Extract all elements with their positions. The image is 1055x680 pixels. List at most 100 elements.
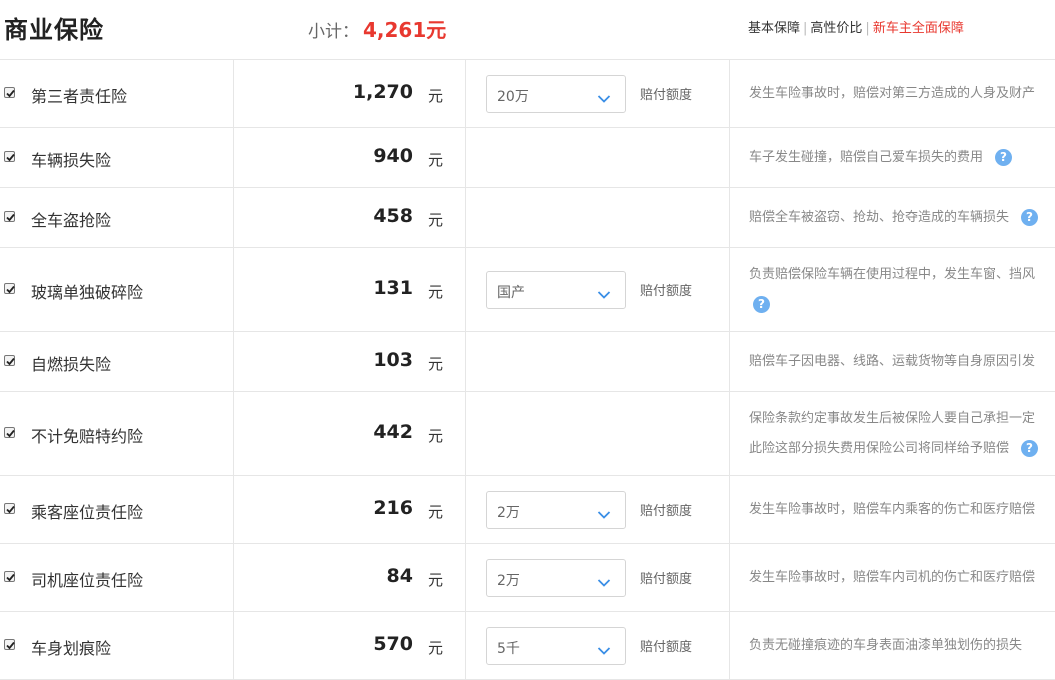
column-divider (465, 188, 466, 247)
price-unit: 元 (428, 87, 444, 105)
coverage-price: 442 (373, 421, 413, 443)
plan-divider: | (865, 21, 870, 36)
description-line: 负责赔偿保险车辆在使用过程中，发生车窗、挡风 (749, 260, 1055, 290)
column-divider (233, 60, 234, 127)
chevron-down-icon (597, 505, 611, 524)
amount-label: 赔付额度 (640, 572, 693, 587)
chevron-down-icon (597, 89, 611, 108)
column-divider (233, 392, 234, 475)
row-checkbox[interactable] (4, 427, 15, 438)
insurance-row: 玻璃单独破碎险 131 元 国产 赔付额度 负责赔偿保险车辆在使用过程中，发生车窗、挡风? (0, 248, 1055, 332)
coverage-amount-select[interactable]: 20万 (486, 75, 626, 113)
description-cell: 负责无碰撞痕迹的车身表面油漆单独划伤的损失 (730, 612, 1055, 679)
description-cell: 车子发生碰撞，赔偿自己爱车损失的费用? (730, 128, 1055, 187)
coverage-name: 第三者责任险 (31, 87, 128, 106)
description-cell: 发生车险事故时，赔偿车内乘客的伤亡和医疗赔偿 (730, 476, 1055, 543)
column-divider (233, 544, 234, 611)
column-divider (465, 248, 466, 331)
price-unit: 元 (428, 151, 444, 169)
row-checkbox[interactable] (4, 571, 15, 582)
coverage-price: 940 (373, 145, 413, 167)
price-unit: 元 (428, 571, 444, 589)
coverage-name: 自燃损失险 (31, 355, 112, 374)
description-line: 赔偿全车被盗窃、抢劫、抢夺造成的车辆损失? (749, 203, 1055, 233)
description-line: 保险条款约定事故发生后被保险人要自己承担一定 (749, 404, 1055, 434)
insurance-row: 不计免赔特约险 442 元 保险条款约定事故发生后被保险人要自己承担一定 此险这部分损失… (0, 392, 1055, 476)
description-cell: 保险条款约定事故发生后被保险人要自己承担一定 此险这部分损失费用保险公司将同样给予… (730, 392, 1055, 475)
insurance-row: 自燃损失险 103 元 赔偿车子因电器、线路、运载货物等自身原因引发 (0, 332, 1055, 392)
row-checkbox[interactable] (4, 503, 15, 514)
plan-presets: 基本保障 | 高性价比 | 新车主全面保障 (748, 17, 964, 36)
coverage-name: 不计免赔特约险 (31, 427, 144, 446)
coverage-price: 570 (373, 633, 413, 655)
help-icon[interactable]: ? (995, 149, 1013, 166)
column-divider (465, 544, 466, 611)
row-checkbox[interactable] (4, 151, 15, 162)
plan-full-link[interactable]: 新车主全面保障 (873, 21, 964, 36)
coverage-amount-select[interactable]: 2万 (486, 559, 626, 597)
description-text: 发生车险事故时，赔偿车内乘客的伤亡和医疗赔偿 (749, 502, 1036, 517)
coverage-amount-select[interactable]: 国产 (486, 271, 626, 309)
help-icon[interactable]: ? (1021, 440, 1039, 457)
plan-value-link[interactable]: 高性价比 (810, 21, 862, 36)
column-divider (465, 60, 466, 127)
subtotal-label: 小计： (308, 22, 359, 42)
row-checkbox[interactable] (4, 211, 15, 222)
help-icon[interactable]: ? (753, 296, 770, 313)
subtotal-value: 4,261元 (363, 18, 447, 42)
amount-label: 赔付额度 (640, 504, 693, 519)
description-text: 车子发生碰撞，赔偿自己爱车损失的费用 (749, 150, 984, 165)
select-value: 20万 (497, 89, 529, 105)
column-divider (233, 128, 234, 187)
description-line: 车子发生碰撞，赔偿自己爱车损失的费用? (749, 143, 1055, 173)
insurance-row: 第三者责任险 1,270 元 20万 赔付额度 发生车险事故时，赔偿对第三方造成的人身及财… (0, 60, 1055, 128)
description-line: 发生车险事故时，赔偿车内乘客的伤亡和医疗赔偿 (749, 495, 1055, 525)
coverage-amount-select[interactable]: 5千 (486, 627, 626, 665)
row-checkbox[interactable] (4, 283, 15, 294)
subtotal: 小计： 4,261元 (308, 14, 446, 43)
price-unit: 元 (428, 639, 444, 657)
description-text: 发生车险事故时，赔偿车内司机的伤亡和医疗赔偿 (749, 570, 1036, 585)
column-divider (233, 476, 234, 543)
column-divider (465, 392, 466, 475)
section-header: 商业保险 小计： 4,261元 基本保障 | 高性价比 | 新车主全面保障 (0, 0, 1055, 52)
insurance-row: 车辆损失险 940 元 车子发生碰撞，赔偿自己爱车损失的费用? (0, 128, 1055, 188)
plan-divider: | (803, 21, 808, 36)
coverage-price: 131 (373, 277, 413, 299)
description-text: 赔偿车子因电器、线路、运载货物等自身原因引发 (749, 354, 1036, 369)
price-unit: 元 (428, 283, 444, 301)
description-cell: 赔偿车子因电器、线路、运载货物等自身原因引发 (730, 332, 1055, 391)
price-unit: 元 (428, 503, 444, 521)
column-divider (233, 248, 234, 331)
row-checkbox[interactable] (4, 639, 15, 650)
price-unit: 元 (428, 211, 444, 229)
description-cell: 负责赔偿保险车辆在使用过程中，发生车窗、挡风? (730, 248, 1055, 331)
description-text: 赔偿全车被盗窃、抢劫、抢夺造成的车辆损失 (749, 210, 1010, 225)
row-checkbox[interactable] (4, 355, 15, 366)
coverage-name: 车辆损失险 (31, 151, 112, 170)
amount-label: 赔付额度 (640, 640, 693, 655)
coverage-name: 司机座位责任险 (31, 571, 144, 590)
coverage-price: 458 (373, 205, 413, 227)
description-text: 发生车险事故时，赔偿对第三方造成的人身及财产 (749, 86, 1036, 101)
select-value: 国产 (497, 285, 525, 301)
select-value: 2万 (497, 505, 520, 521)
row-checkbox[interactable] (4, 87, 15, 98)
plan-basic-link[interactable]: 基本保障 (748, 21, 800, 36)
price-unit: 元 (428, 355, 444, 373)
select-value: 5千 (497, 641, 520, 657)
description-cell: 发生车险事故时，赔偿车内司机的伤亡和医疗赔偿 (730, 544, 1055, 611)
description-cell: 发生车险事故时，赔偿对第三方造成的人身及财产 (730, 60, 1055, 127)
coverage-amount-select[interactable]: 2万 (486, 491, 626, 529)
select-value: 2万 (497, 573, 520, 589)
column-divider (465, 332, 466, 391)
coverage-name: 全车盗抢险 (31, 211, 112, 230)
description-line: 负责无碰撞痕迹的车身表面油漆单独划伤的损失 (749, 631, 1055, 661)
column-divider (465, 128, 466, 187)
description-line: ? (749, 290, 1055, 320)
help-icon[interactable]: ? (1021, 209, 1039, 226)
description-line: 此险这部分损失费用保险公司将同样给予赔偿? (749, 434, 1055, 464)
column-divider (233, 188, 234, 247)
coverage-price: 84 (386, 565, 413, 587)
price-unit: 元 (428, 427, 444, 445)
